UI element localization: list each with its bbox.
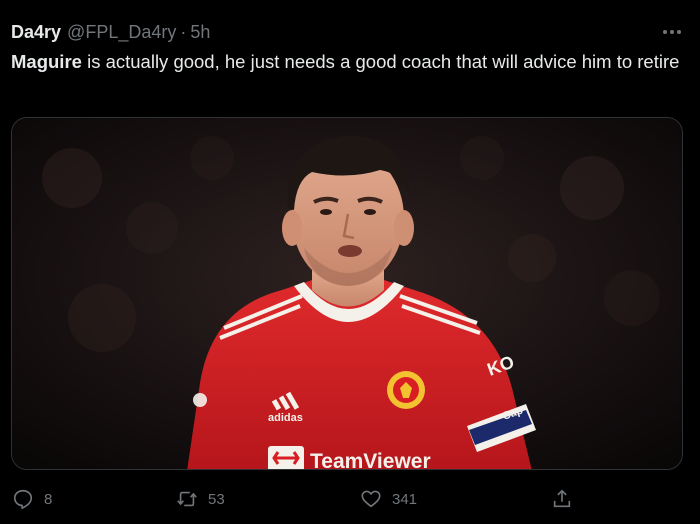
tweet: Da4ry @FPL_Da4ry · 5h Maguire is actuall… [0,0,700,524]
mention-bold: Maguire [11,51,82,72]
author-handle[interactable]: @FPL_Da4ry [67,22,176,43]
like-count: 341 [392,490,418,508]
like-button[interactable]: 341 [360,484,417,514]
reply-icon [13,489,33,509]
tweet-photo[interactable]: adidas TeamViewer KO Cap [11,117,683,470]
tweet-text: Maguire is actually good, he just needs … [11,48,691,76]
tweet-timestamp[interactable]: 5h [190,22,210,43]
heart-icon [361,490,381,508]
sponsor-logo: TeamViewer [268,446,431,470]
more-options-button[interactable] [658,20,686,44]
separator: · [180,21,187,42]
club-crest-icon [387,371,425,409]
reply-button[interactable]: 8 [12,484,52,514]
adidas-text: adidas [268,412,303,424]
tweet-actions: 8 53 341 [0,484,700,514]
share-button[interactable] [551,484,573,514]
retweet-icon [177,491,197,507]
reply-count: 8 [44,490,53,508]
tweet-text-body: is actually good, he just needs a good c… [81,51,680,72]
more-dot-icon [670,30,674,34]
more-dot-icon [663,30,667,34]
sponsor-text: TeamViewer [310,450,431,470]
retweet-count: 53 [208,490,225,508]
retweet-button[interactable]: 53 [176,484,225,514]
author-name[interactable]: Da4ry [11,22,61,43]
league-badge-icon [193,393,207,407]
mouth [338,245,362,257]
player-photo: adidas TeamViewer KO Cap [12,118,682,470]
more-dot-icon [677,30,681,34]
tweet-header: Da4ry @FPL_Da4ry · 5h [11,20,686,44]
share-icon [553,489,571,508]
